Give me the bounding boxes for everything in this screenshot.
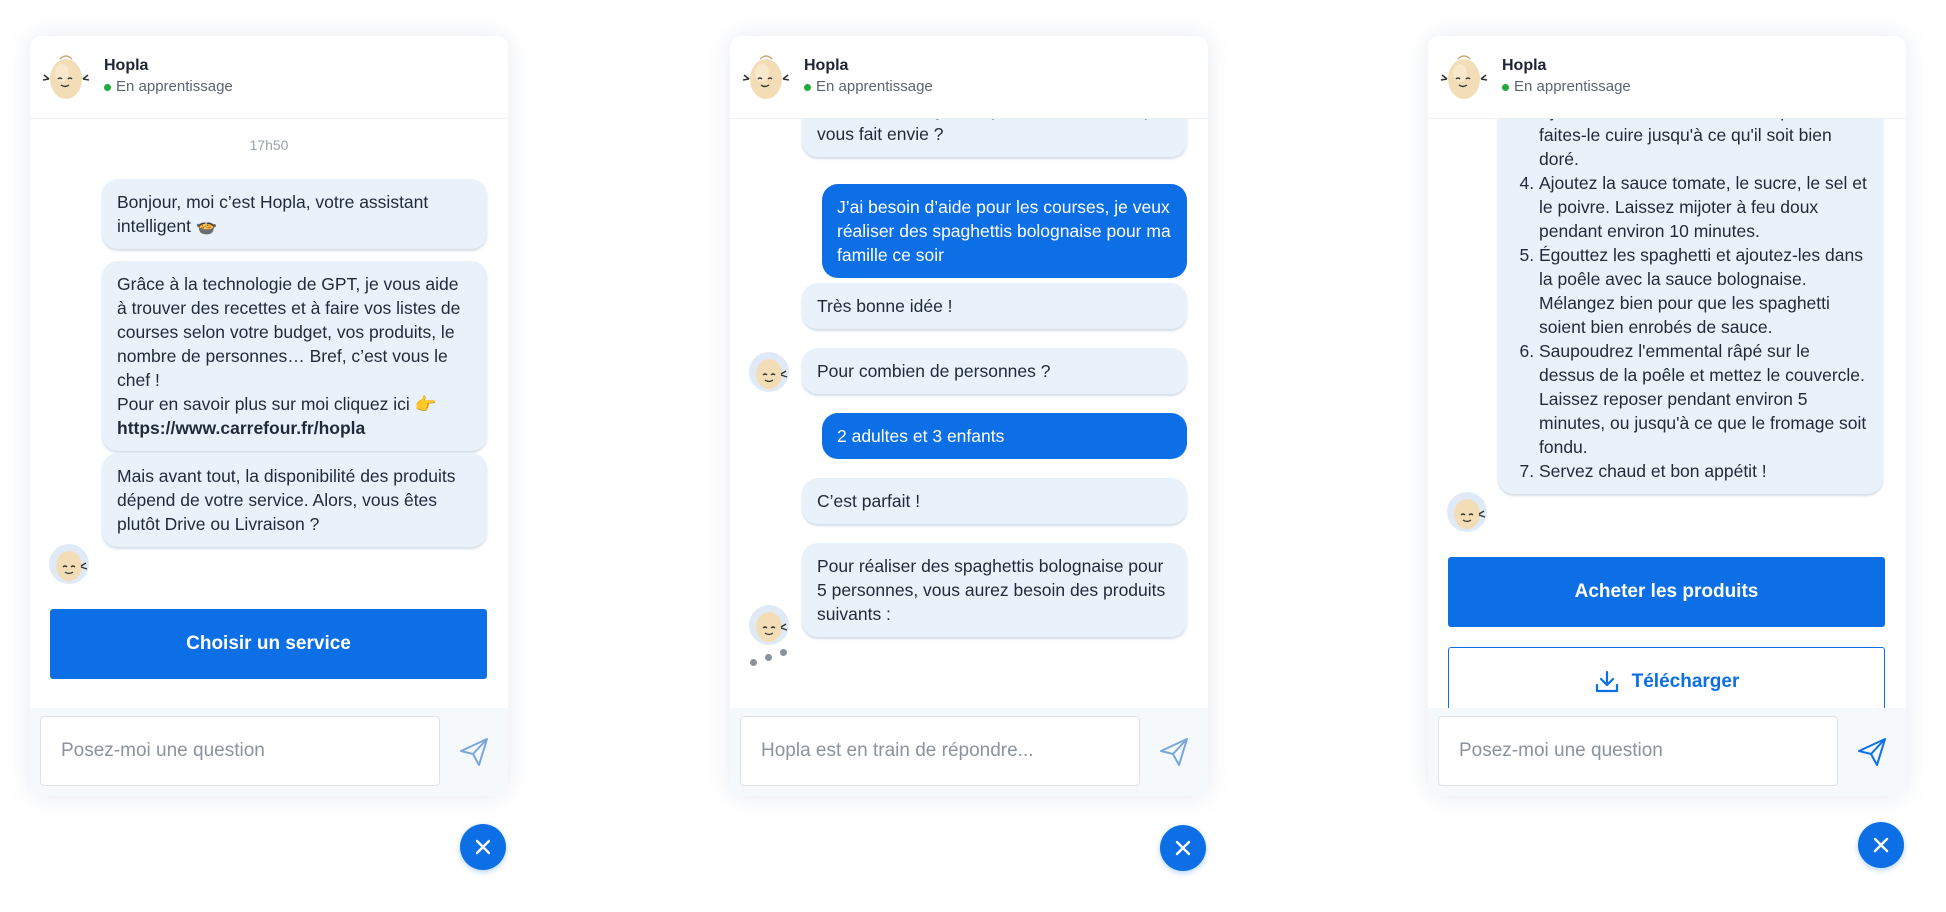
bot-status-label: En apprentissage bbox=[816, 78, 933, 95]
status-dot-icon bbox=[104, 83, 111, 91]
bot-message: Cette fois c’est je suis prêt ! Dites-mo… bbox=[802, 119, 1187, 157]
bot-message: Très bonne idée ! bbox=[802, 283, 1187, 329]
message-text: Bonjour, moi c’est Hopla, votre assistan… bbox=[117, 192, 429, 236]
message-text: 2 adultes et 3 enfants bbox=[837, 426, 1005, 446]
download-icon bbox=[1595, 670, 1618, 693]
message-text: Cette fois c’est je suis prêt ! Dites-mo… bbox=[817, 119, 1161, 144]
bot-status: En apprentissage bbox=[104, 76, 233, 98]
bot-message: Pour réaliser des spaghettis bolognaise … bbox=[802, 543, 1187, 637]
chat-panel-2: Hopla En apprentissage Cette fois c’est … bbox=[730, 36, 1208, 796]
message-text: Pour combien de personnes ? bbox=[817, 361, 1051, 381]
hopla-avatar-icon bbox=[748, 604, 790, 646]
bot-message: Pour combien de personnes ? bbox=[802, 348, 1187, 394]
recipe-step: Saupoudrez l'emmental râpé sur le dessus… bbox=[1539, 339, 1868, 459]
recipe-step: Ajoutez le bœuf haché dans la poêle et f… bbox=[1539, 119, 1868, 171]
hopla-avatar-icon bbox=[48, 543, 90, 585]
chat-panel-1: Hopla En apprentissage 17h50 Bonjour, mo… bbox=[30, 36, 508, 796]
close-icon bbox=[1873, 837, 1889, 853]
hopla-avatar-icon bbox=[1446, 491, 1488, 533]
message-text: Mais avant tout, la disponibilité des pr… bbox=[117, 466, 456, 534]
bot-status-label: En apprentissage bbox=[1514, 78, 1631, 95]
close-button[interactable] bbox=[460, 824, 506, 870]
recipe-steps-list: Ajoutez le bœuf haché dans la poêle et f… bbox=[1513, 119, 1868, 483]
composer: Posez-moi une question bbox=[30, 708, 508, 796]
message-input[interactable]: Hopla est en train de répondre... bbox=[740, 716, 1140, 786]
bot-name: Hopla bbox=[104, 57, 149, 74]
close-icon bbox=[475, 839, 491, 855]
user-message: J’ai besoin d’aide pour les courses, je … bbox=[822, 184, 1187, 278]
send-icon[interactable] bbox=[1158, 736, 1190, 768]
status-dot-icon bbox=[804, 83, 811, 91]
close-button[interactable] bbox=[1858, 822, 1904, 868]
message-input[interactable]: Posez-moi une question bbox=[1438, 716, 1838, 786]
download-button[interactable]: Télécharger bbox=[1448, 647, 1885, 716]
bot-name: Hopla bbox=[1502, 57, 1547, 74]
message-text: J’ai besoin d’aide pour les courses, je … bbox=[837, 197, 1171, 265]
bot-status: En apprentissage bbox=[1502, 76, 1631, 98]
message-text: Très bonne idée ! bbox=[817, 296, 953, 316]
bot-message: Grâce à la technologie de GPT, je vous a… bbox=[102, 261, 487, 451]
chat-panel-3: Hopla En apprentissage Ajoutez le bœuf h… bbox=[1428, 36, 1906, 796]
send-icon[interactable] bbox=[1856, 736, 1888, 768]
recipe-steps-message: Ajoutez le bœuf haché dans la poêle et f… bbox=[1498, 119, 1883, 494]
typing-dot bbox=[750, 659, 757, 666]
recipe-step: Égouttez les spaghetti et ajoutez-les da… bbox=[1539, 243, 1868, 339]
bot-message: Mais avant tout, la disponibilité des pr… bbox=[102, 453, 487, 547]
bot-status-label: En apprentissage bbox=[116, 78, 233, 95]
message-list[interactable]: Cette fois c’est je suis prêt ! Dites-mo… bbox=[730, 119, 1208, 716]
timestamp: 17h50 bbox=[249, 137, 289, 153]
typing-dot bbox=[765, 654, 772, 661]
send-icon[interactable] bbox=[458, 736, 490, 768]
user-message: 2 adultes et 3 enfants bbox=[822, 413, 1187, 459]
composer: Posez-moi une question bbox=[1428, 708, 1906, 796]
hopla-avatar-icon bbox=[742, 55, 790, 100]
message-list[interactable]: 17h50 Bonjour, moi c’est Hopla, votre as… bbox=[30, 119, 508, 716]
bot-message: Bonjour, moi c’est Hopla, votre assistan… bbox=[102, 179, 487, 249]
close-button[interactable] bbox=[1160, 825, 1206, 871]
recipe-step: Ajoutez la sauce tomate, le sucre, le se… bbox=[1539, 171, 1868, 243]
message-list[interactable]: Ajoutez le bœuf haché dans la poêle et f… bbox=[1428, 119, 1906, 716]
chat-header: Hopla En apprentissage bbox=[730, 36, 1208, 119]
status-dot-icon bbox=[1502, 83, 1509, 91]
hopla-link[interactable]: https://www.carrefour.fr/hopla bbox=[117, 418, 365, 438]
message-text: Pour en savoir plus sur moi cliquez ici … bbox=[117, 394, 437, 414]
hopla-avatar-icon bbox=[1440, 55, 1488, 100]
chat-header: Hopla En apprentissage bbox=[30, 36, 508, 119]
choose-service-button[interactable]: Choisir un service bbox=[50, 609, 487, 679]
recipe-step: Servez chaud et bon appétit ! bbox=[1539, 459, 1868, 483]
typing-dot bbox=[780, 649, 787, 656]
bot-name: Hopla bbox=[804, 57, 849, 74]
message-text: C’est parfait ! bbox=[817, 491, 921, 511]
hopla-avatar-icon bbox=[748, 351, 790, 393]
message-text: Grâce à la technologie de GPT, je vous a… bbox=[117, 274, 461, 390]
hopla-avatar-icon bbox=[42, 55, 90, 100]
bot-message: C’est parfait ! bbox=[802, 478, 1187, 524]
download-button-label: Télécharger bbox=[1631, 671, 1740, 692]
message-text: Pour réaliser des spaghettis bolognaise … bbox=[817, 556, 1166, 624]
close-icon bbox=[1175, 840, 1191, 856]
chat-header: Hopla En apprentissage bbox=[1428, 36, 1906, 119]
buy-products-button[interactable]: Acheter les produits bbox=[1448, 557, 1885, 627]
composer: Hopla est en train de répondre... bbox=[730, 708, 1208, 796]
message-input[interactable]: Posez-moi une question bbox=[40, 716, 440, 786]
bot-status: En apprentissage bbox=[804, 76, 933, 98]
